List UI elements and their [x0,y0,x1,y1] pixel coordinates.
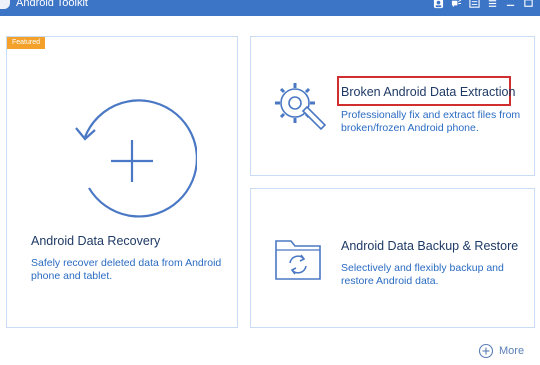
window-controls [432,0,534,9]
maximize-icon[interactable] [522,0,534,9]
more-button[interactable]: More [478,343,524,359]
card-title: Broken Android Data Extraction [341,85,516,99]
window-title: Android Toolkit [16,0,88,9]
card-title: Android Data Recovery [31,234,161,248]
chat-icon[interactable] [450,0,462,9]
card-android-data-backup-restore[interactable]: Android Data Backup & Restore Selectivel… [250,188,535,328]
card-description: Professionally fix and extract files fro… [341,109,521,134]
gear-wrench-icon [275,83,327,131]
card-broken-android-data-extraction[interactable]: Broken Android Data Extraction Professio… [250,36,535,176]
app-logo-icon [0,0,10,9]
card-android-data-recovery[interactable]: Featured Android Data Recovery Safely re… [6,36,238,328]
card-description: Selectively and flexibly backup and rest… [341,262,504,287]
more-label: More [499,345,525,357]
recover-circle-plus-icon [75,99,197,218]
user-icon[interactable] [432,0,444,9]
featured-badge: Featured [7,37,46,49]
card-title: Android Data Backup & Restore [341,239,519,253]
menu-icon[interactable] [486,0,498,9]
title-bar: Android Toolkit [0,0,540,16]
folder-sync-icon [275,240,321,280]
card-description: Safely recover deleted data from Android… [31,257,222,282]
feedback-icon[interactable] [468,0,480,9]
plus-circle-icon [478,343,494,359]
minimize-icon[interactable] [504,0,516,9]
